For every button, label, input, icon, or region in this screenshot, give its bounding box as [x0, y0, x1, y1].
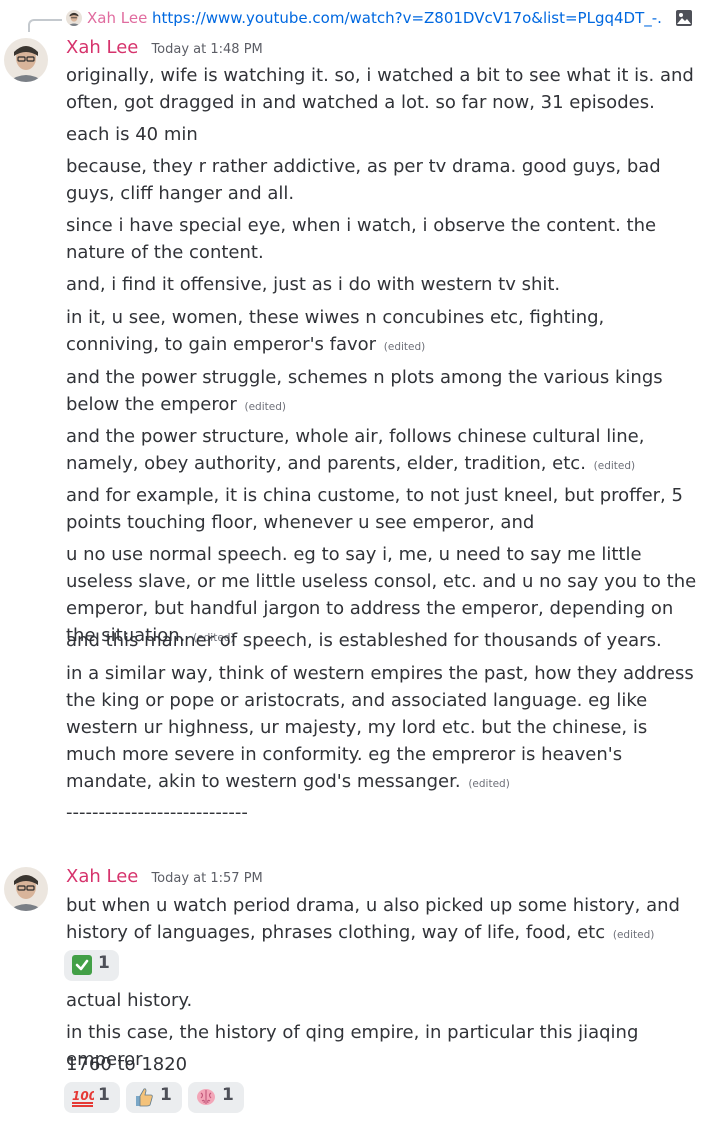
reply-link[interactable]: https://www.youtube.com/watch?v=Z801DVcV… [152, 9, 662, 27]
svg-text:100: 100 [72, 1089, 94, 1103]
message-text: ---------------------------- [66, 802, 248, 823]
message-text: each is 40 min [66, 124, 198, 145]
avatar[interactable] [4, 867, 48, 911]
username[interactable]: Xah Lee [66, 866, 138, 887]
reaction[interactable]: 1 [126, 1082, 182, 1113]
reply-spine [28, 19, 62, 32]
reply-avatar[interactable] [66, 10, 82, 26]
edited-label: (edited) [593, 460, 636, 472]
message-text: in a similar way, think of western empir… [66, 663, 694, 792]
message-text: but when u watch period drama, u also pi… [66, 895, 680, 943]
edited-label: (edited) [383, 341, 426, 353]
check-mark-icon [72, 955, 92, 975]
timestamp[interactable]: Today at 1:48 PM [151, 42, 262, 57]
reply-reference[interactable]: Xah Lee https://www.youtube.com/watch?v=… [0, 8, 711, 32]
message-text: because, they r rather addictive, as per… [66, 156, 661, 204]
message-text: originally, wife is watching it. so, i w… [66, 65, 694, 113]
timestamp[interactable]: Today at 1:57 PM [151, 871, 262, 886]
message-text: and the power structure, whole air, foll… [66, 426, 645, 474]
edited-label: (edited) [244, 401, 286, 413]
message-text: and for example, it is china custome, to… [66, 485, 683, 533]
edited-label: (edited) [468, 778, 510, 790]
avatar[interactable] [4, 38, 48, 82]
message-text: since i have special eye, when i watch, … [66, 215, 657, 263]
edited-label: (edited) [612, 929, 655, 941]
hundred-points-icon: 100 [72, 1087, 97, 1107]
reaction[interactable]: 1 [64, 950, 119, 981]
reaction[interactable]: 100 1 [64, 1082, 120, 1113]
message-text: and, i find it offensive, just as i do w… [66, 274, 561, 295]
message-header: Xah Lee Today at 1:48 PM [66, 37, 263, 58]
message-text: and the power struggle, schemes n plots … [66, 367, 663, 415]
reaction-count: 1 [98, 953, 110, 973]
message-text: and this manner of speech, is estableshe… [66, 630, 662, 651]
reaction-count: 1 [222, 1085, 234, 1105]
message-header: Xah Lee Today at 1:57 PM [66, 866, 263, 887]
message-text: actual history. [66, 990, 193, 1011]
image-icon[interactable] [675, 9, 693, 27]
brain-icon [196, 1087, 216, 1107]
reaction[interactable]: 1 [188, 1082, 244, 1113]
reply-author[interactable]: Xah Lee [87, 9, 147, 27]
message-text: in it, u see, women, these wiwes n concu… [66, 307, 605, 355]
reaction-count: 1 [160, 1085, 172, 1105]
reaction-count: 1 [98, 1085, 110, 1105]
thumbs-up-icon [134, 1087, 154, 1107]
username[interactable]: Xah Lee [66, 37, 138, 58]
message-text: 1760 to 1820 [66, 1054, 188, 1075]
